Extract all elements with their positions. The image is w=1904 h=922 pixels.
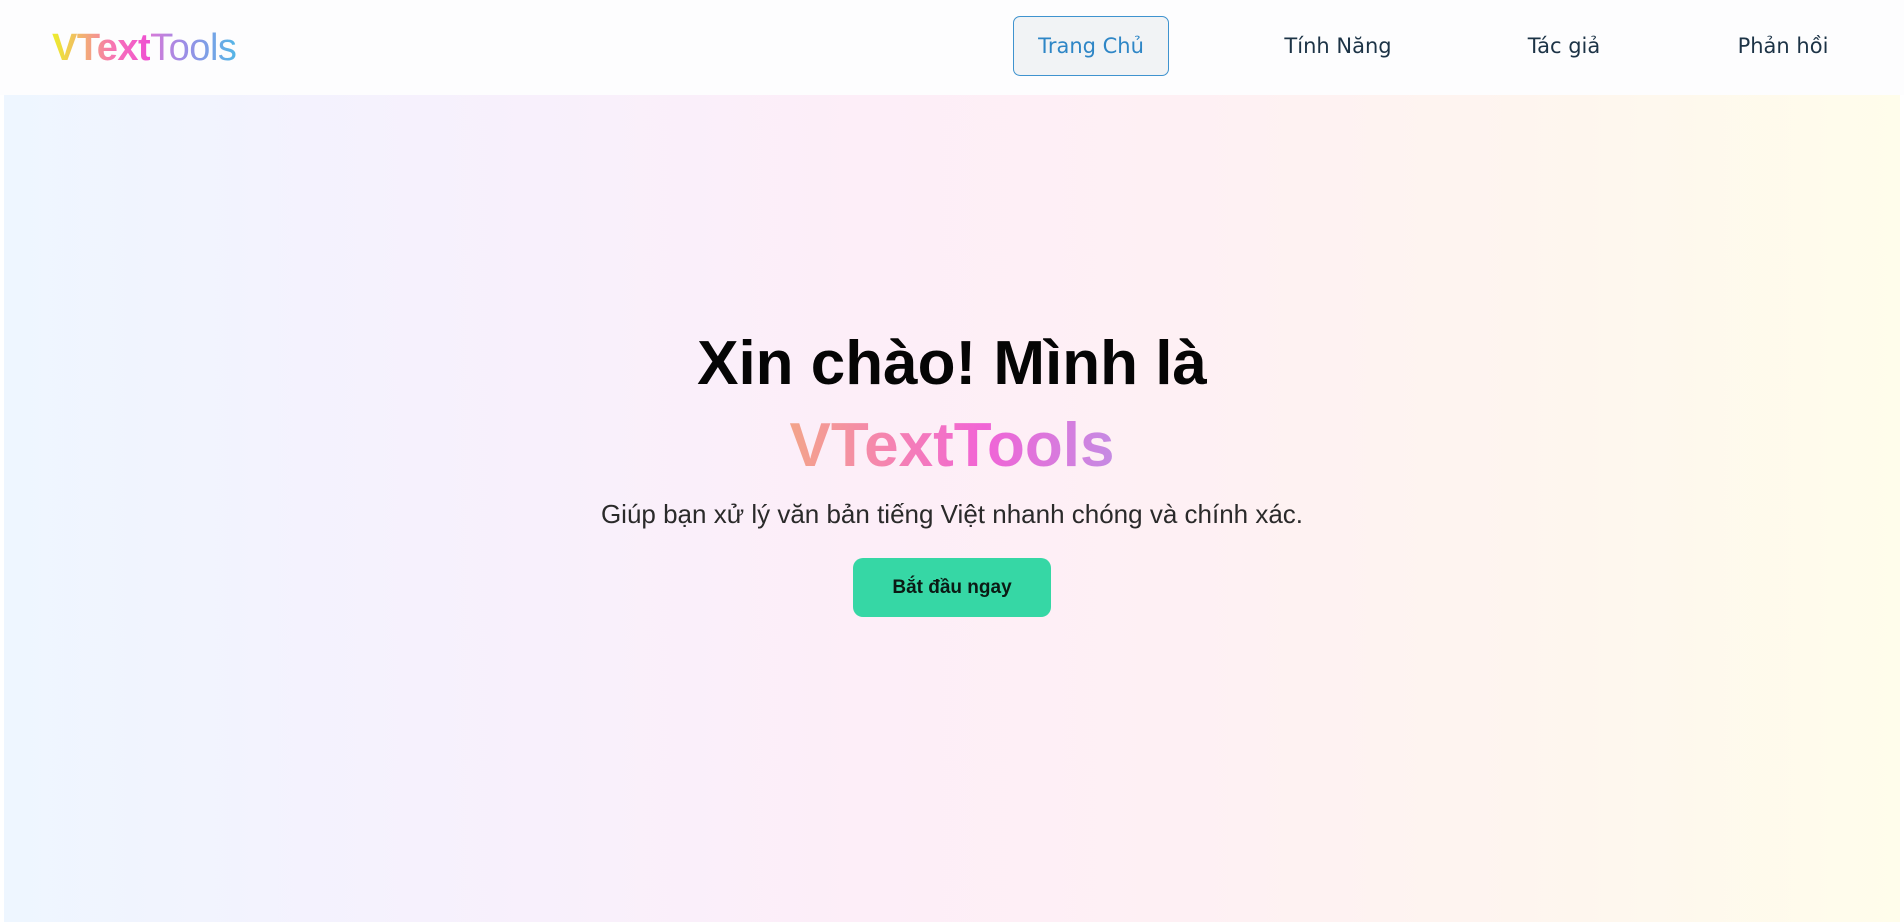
- nav-item-home[interactable]: Trang Chủ: [1013, 16, 1169, 76]
- get-started-button[interactable]: Bắt đầu ngay: [853, 558, 1051, 617]
- page: VTextTools Trang Chủ Tính Năng Tác giả P…: [0, 0, 1904, 922]
- nav-item-author[interactable]: Tác giả: [1512, 16, 1616, 76]
- hero-subtitle: Giúp bạn xử lý văn bản tiếng Việt nhanh …: [600, 499, 1304, 529]
- nav-item-feedback[interactable]: Phản hồi: [1727, 16, 1839, 76]
- hero-brand-name: VTextTools: [4, 410, 1900, 482]
- main-nav: Trang Chủ Tính Năng Tác giả Phản hồi: [0, 16, 1904, 78]
- hero-section: Xin chào! Mình là VTextTools Giúp bạn xử…: [4, 95, 1900, 922]
- hero-title: Xin chào! Mình là: [697, 329, 1207, 398]
- nav-item-features[interactable]: Tính Năng: [1265, 16, 1411, 76]
- top-navbar: VTextTools Trang Chủ Tính Năng Tác giả P…: [0, 0, 1904, 95]
- hero-brand-text: VTextTools: [789, 411, 1115, 480]
